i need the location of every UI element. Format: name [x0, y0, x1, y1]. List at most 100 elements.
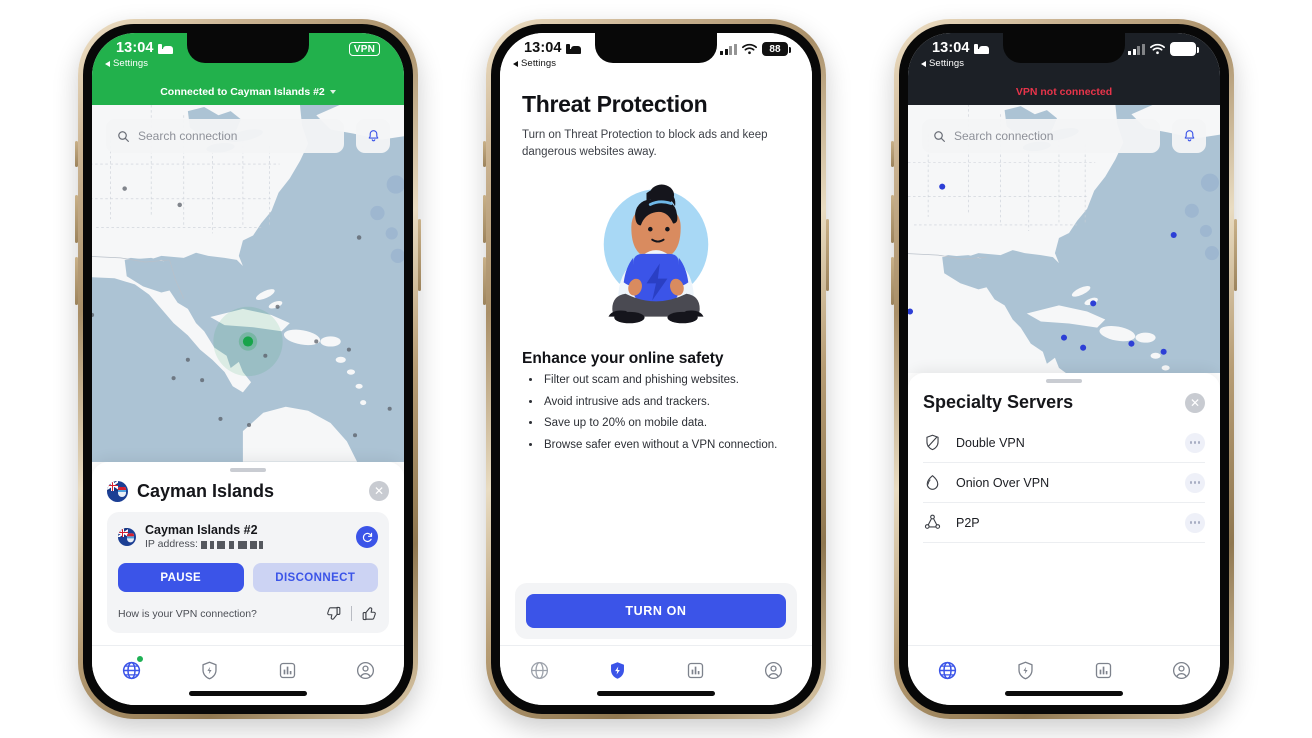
- search-input[interactable]: Search connection: [106, 119, 344, 153]
- globe-icon: [530, 661, 548, 679]
- threat-protection-content: Threat Protection Turn on Threat Protect…: [500, 79, 812, 645]
- status-bar: 13:04 Settings 88: [908, 33, 1220, 79]
- mute-switch[interactable]: [75, 141, 78, 167]
- power-button[interactable]: [418, 219, 421, 291]
- volume-down-button[interactable]: [483, 257, 486, 305]
- more-icon[interactable]: [1185, 472, 1205, 493]
- power-button[interactable]: [1234, 219, 1237, 291]
- ip-label: IP address:: [145, 538, 198, 551]
- shield-bolt-icon: [610, 661, 624, 679]
- connection-status-text: Connected to Cayman Islands #2: [160, 86, 325, 98]
- tab-profile[interactable]: [326, 656, 404, 684]
- close-icon[interactable]: ✕: [1185, 392, 1205, 413]
- power-button[interactable]: [826, 219, 829, 291]
- tab-stats[interactable]: [248, 656, 326, 684]
- tab-globe[interactable]: [500, 656, 578, 684]
- status-badge: [136, 655, 144, 663]
- list-item-label: Onion Over VPN: [956, 475, 1050, 490]
- battery-indicator: 88: [1170, 42, 1199, 56]
- status-bar: 13:04 Settings 88: [500, 33, 812, 79]
- home-indicator[interactable]: [189, 691, 307, 696]
- volume-down-button[interactable]: [75, 257, 78, 305]
- notifications-button[interactable]: [356, 119, 390, 153]
- cellular-signal-icon: [1128, 43, 1145, 55]
- search-placeholder: Search connection: [138, 129, 238, 143]
- volume-up-button[interactable]: [75, 195, 78, 243]
- back-to-settings-link[interactable]: Settings: [921, 58, 964, 69]
- search-icon: [934, 130, 945, 142]
- server-row: Cayman Islands #2 IP address:: [118, 523, 378, 552]
- tab-stats[interactable]: [1064, 656, 1142, 684]
- home-indicator[interactable]: [597, 691, 715, 696]
- connection-status-banner[interactable]: Connected to Cayman Islands #2: [92, 79, 404, 105]
- search-bar: Search connection: [106, 119, 390, 153]
- screenshot-stage: 13:04 Settings VPN Connected to Cayman I…: [0, 0, 1312, 738]
- list-item-label: Double VPN: [956, 435, 1025, 450]
- close-icon[interactable]: ✕: [369, 481, 389, 502]
- shield-bolt-icon: [201, 661, 217, 679]
- battery-level: 88: [769, 43, 781, 55]
- more-icon[interactable]: [1185, 432, 1205, 453]
- home-indicator[interactable]: [1005, 691, 1123, 696]
- status-bar-left: 13:04: [116, 40, 173, 56]
- tab-threat-protection[interactable]: [986, 656, 1064, 684]
- list-item: Avoid intrusive ads and trackers.: [542, 396, 790, 409]
- connection-status-banner[interactable]: VPN not connected: [908, 79, 1220, 105]
- thumbs-up-icon[interactable]: [361, 605, 378, 622]
- search-input[interactable]: Search connection: [922, 119, 1160, 153]
- turn-on-button[interactable]: TURN ON: [526, 594, 786, 628]
- list-item-onion-over-vpn[interactable]: Onion Over VPN: [923, 463, 1205, 503]
- back-to-settings-link[interactable]: Settings: [513, 58, 556, 69]
- disconnect-button[interactable]: DISCONNECT: [252, 563, 378, 592]
- user-icon: [1172, 661, 1190, 679]
- volume-up-button[interactable]: [891, 195, 894, 243]
- refresh-ip-button[interactable]: [356, 526, 378, 549]
- mute-switch[interactable]: [483, 141, 486, 167]
- bar-chart-icon: [279, 662, 295, 678]
- tab-profile[interactable]: [734, 656, 812, 684]
- ip-value-masked: [200, 541, 263, 550]
- tab-stats[interactable]: [656, 656, 734, 684]
- connection-actions: PAUSE DISCONNECT: [118, 563, 378, 592]
- back-label: Settings: [521, 58, 557, 69]
- more-icon[interactable]: [1185, 512, 1205, 533]
- list-item-p2p[interactable]: P2P: [923, 503, 1205, 543]
- back-to-settings-link[interactable]: Settings: [105, 58, 148, 69]
- search-bar: Search connection: [922, 119, 1206, 153]
- p2p-icon: [924, 514, 941, 529]
- mute-switch[interactable]: [891, 141, 894, 167]
- pause-button[interactable]: PAUSE: [118, 563, 244, 592]
- list-item: Browse safer even without a VPN connecti…: [542, 439, 790, 452]
- tab-threat-protection[interactable]: [578, 656, 656, 684]
- tab-profile[interactable]: [1142, 656, 1220, 684]
- server-info: Cayman Islands #2 IP address:: [145, 523, 347, 552]
- volume-up-button[interactable]: [483, 195, 486, 243]
- illustration-svg: [603, 184, 709, 324]
- bar-chart-icon: [1095, 662, 1111, 678]
- notch: [1003, 33, 1125, 63]
- thumbs-down-icon[interactable]: [325, 605, 342, 622]
- notch: [187, 33, 309, 63]
- tab-threat-protection[interactable]: [170, 656, 248, 684]
- volume-down-button[interactable]: [891, 257, 894, 305]
- wifi-icon: [742, 43, 757, 55]
- phone-bezel: 13:04 Settings VPN Connected to Cayman I…: [83, 24, 413, 714]
- status-bar-left: 13:04: [524, 40, 581, 56]
- list-item-double-vpn[interactable]: Double VPN: [923, 423, 1205, 463]
- benefits-list: Filter out scam and phishing websites. A…: [522, 375, 790, 461]
- cta-container: TURN ON: [515, 583, 797, 639]
- tab-globe[interactable]: [908, 656, 986, 684]
- notifications-button[interactable]: [1172, 119, 1206, 153]
- wifi-icon: [1150, 43, 1165, 55]
- map-view[interactable]: Search connection: [908, 105, 1220, 373]
- specialty-servers-sheet: Specialty Servers ✕ Double VPN Onion Ove…: [908, 373, 1220, 645]
- chevron-down-icon: [329, 90, 336, 94]
- bed-icon: [973, 43, 989, 54]
- map-view[interactable]: Search connection: [92, 105, 404, 462]
- specialty-servers-list: Double VPN Onion Over VPN P2P: [923, 423, 1205, 547]
- back-arrow-icon: [921, 60, 926, 67]
- tab-globe[interactable]: [92, 655, 170, 684]
- sheet-title: Cayman Islands: [137, 480, 275, 501]
- page-title: Threat Protection: [522, 91, 708, 117]
- back-arrow-icon: [105, 60, 110, 67]
